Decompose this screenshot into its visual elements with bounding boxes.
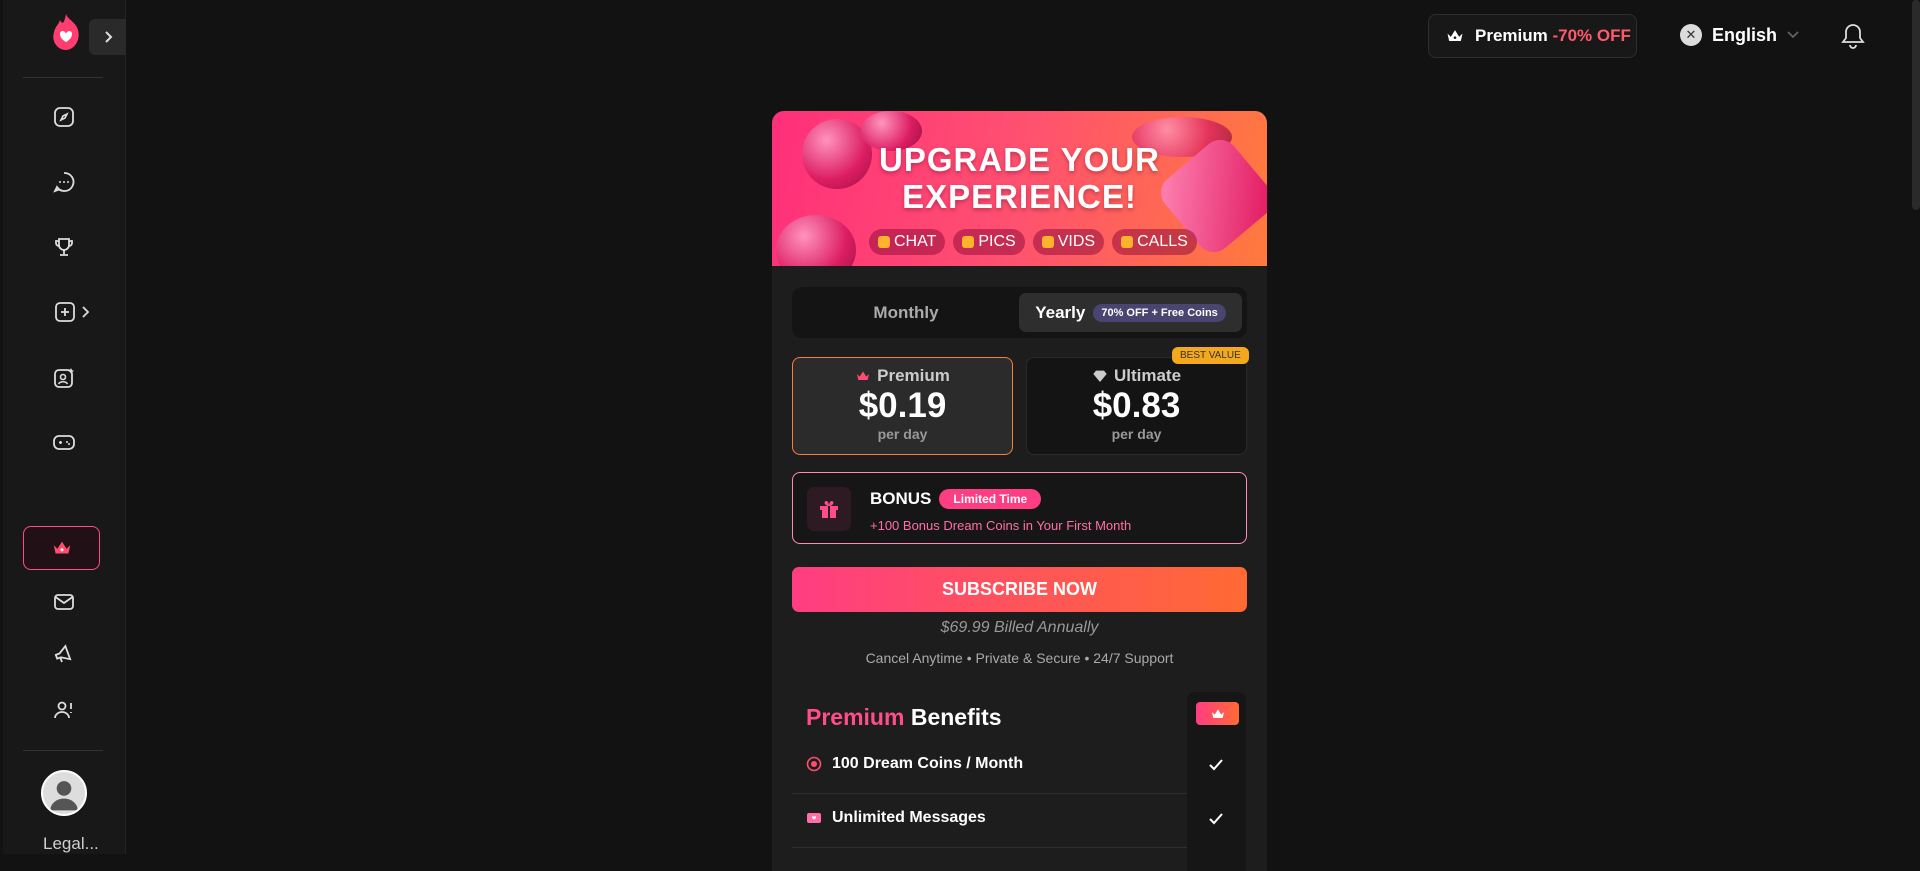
- premium-benefits-column: [1187, 692, 1246, 871]
- sidebar-divider: [23, 77, 103, 78]
- subscribe-now-button[interactable]: SUBSCRIBE NOW: [792, 567, 1247, 612]
- sidebar-item-leaderboard[interactable]: [48, 231, 80, 263]
- mail-icon: [54, 594, 74, 610]
- banner-title: UPGRADE YOUR EXPERIENCE!: [879, 141, 1160, 215]
- sidebar-divider: [23, 750, 103, 751]
- chat-bubble-icon: [878, 236, 890, 248]
- sidebar-item-explore[interactable]: [48, 101, 80, 133]
- plan-unit: per day: [877, 426, 928, 442]
- plan-price: $0.19: [858, 386, 947, 425]
- plan-card-premium[interactable]: Premium $0.19 per day: [792, 357, 1013, 455]
- message-heart-icon: [807, 813, 821, 823]
- notifications-button[interactable]: [1840, 22, 1866, 50]
- crown-icon: [1196, 702, 1239, 725]
- billing-period-toggle: Monthly Yearly 70% OFF + Free Coins: [792, 287, 1247, 338]
- phone-icon: [1121, 236, 1134, 248]
- subscription-tagline: Cancel Anytime • Private & Secure • 24/7…: [865, 650, 1174, 666]
- avatar[interactable]: [41, 770, 87, 816]
- premium-offer-button[interactable]: Premium -70% OFF: [1428, 14, 1637, 58]
- benefit-row: Unlimited Messages: [806, 809, 986, 827]
- bell-icon: [1841, 24, 1865, 49]
- yearly-discount-badge: 70% OFF + Free Coins: [1093, 303, 1226, 322]
- gift-icon: [807, 487, 851, 531]
- billing-summary: $69.99 Billed Annually: [940, 619, 1099, 636]
- image-icon: [962, 236, 975, 248]
- sidebar-item-premium[interactable]: [23, 526, 100, 570]
- crown-icon: [1447, 30, 1463, 41]
- compass-icon: [54, 107, 74, 127]
- sidebar-item-chat[interactable]: [48, 166, 80, 198]
- chat-icon: [53, 172, 75, 193]
- bonus-description: +100 Bonus Dream Coins in Your First Mon…: [870, 518, 1132, 533]
- sidebar-item-games[interactable]: [48, 426, 80, 458]
- megaphone-icon: [54, 644, 72, 663]
- plan-card-ultimate[interactable]: Ultimate $0.83 per day: [1026, 357, 1247, 455]
- crown-icon: [53, 541, 70, 554]
- chip-chat: CHAT: [869, 229, 946, 255]
- scrollbar[interactable]: [1912, 0, 1920, 210]
- tab-monthly[interactable]: Monthly: [792, 287, 1020, 338]
- chip-vids: VIDS: [1032, 229, 1105, 255]
- trophy-icon: [55, 238, 73, 256]
- language-label: English: [1712, 24, 1778, 45]
- premium-discount: -70% OFF: [1552, 26, 1631, 45]
- limited-time-badge: Limited Time: [939, 489, 1042, 509]
- best-value-badge: BEST VALUE: [1172, 347, 1249, 364]
- plan-unit: per day: [1111, 426, 1162, 442]
- translate-icon: ✕: [1680, 24, 1702, 46]
- user-avatar-icon: [50, 781, 78, 811]
- sidebar-item-my-characters[interactable]: [48, 362, 80, 394]
- diamond-icon: [1093, 370, 1107, 382]
- plan-price: $0.83: [1092, 386, 1181, 425]
- chip-pics: PICS: [953, 229, 1025, 255]
- tab-yearly[interactable]: Yearly 70% OFF + Free Coins: [1019, 293, 1242, 332]
- check-icon: [1209, 759, 1223, 771]
- chevron-right-icon: [104, 31, 112, 43]
- bonus-card: BONUS Limited Time +100 Bonus Dream Coin…: [792, 472, 1247, 544]
- coin-decoration: [776, 215, 856, 266]
- app-logo-icon[interactable]: [48, 12, 84, 52]
- language-selector[interactable]: ✕ English: [1680, 24, 1799, 46]
- sidebar-item-announcements[interactable]: [48, 638, 80, 670]
- video-icon: [1041, 236, 1054, 248]
- sidebar-expand-button[interactable]: [89, 19, 126, 55]
- sidebar-item-messages[interactable]: [48, 586, 80, 618]
- crown-icon: [857, 371, 870, 380]
- sidebar-item-create[interactable]: [52, 296, 92, 328]
- chevron-down-icon: [1787, 31, 1799, 39]
- gamepad-icon: [53, 435, 75, 450]
- coin-icon: [806, 756, 822, 772]
- chip-calls: CALLS: [1112, 229, 1197, 255]
- legal-link[interactable]: Legal...: [43, 834, 99, 854]
- sidebar-item-affiliate[interactable]: [48, 694, 80, 726]
- benefit-divider: [792, 847, 1187, 848]
- upgrade-banner: UPGRADE YOUR EXPERIENCE! CHAT PICS VIDS …: [772, 111, 1267, 266]
- premium-label: Premium: [1475, 26, 1548, 45]
- benefits-title: Premium Benefits: [806, 704, 1002, 730]
- affiliate-icon: [54, 701, 72, 719]
- subscription-panel: UPGRADE YOUR EXPERIENCE! CHAT PICS VIDS …: [772, 111, 1267, 871]
- check-icon: [1209, 813, 1223, 825]
- benefit-row: 100 Dream Coins / Month: [806, 755, 1023, 773]
- chevron-right-icon: [82, 306, 90, 318]
- feature-chips: CHAT PICS VIDS CALLS: [869, 229, 1197, 255]
- bonus-title: BONUS: [870, 489, 932, 508]
- character-icon: [54, 368, 74, 388]
- benefit-divider: [792, 793, 1187, 794]
- create-icon: [55, 302, 75, 322]
